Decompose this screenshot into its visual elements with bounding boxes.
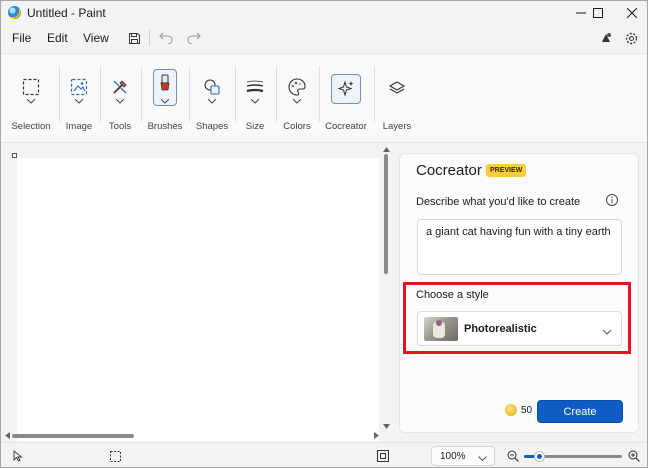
credits-icon [505,404,517,416]
drawing-canvas[interactable] [17,158,379,441]
title-bar: Untitled - Paint [1,1,647,25]
ribbon-group-size[interactable]: Size [237,54,273,142]
create-button[interactable]: Create [537,400,623,423]
ribbon-label-cocreator: Cocreator [325,121,367,132]
ribbon-group-layers[interactable]: Layers [378,54,416,142]
selection-size-icon [108,449,122,463]
ribbon-label-shapes: Shapes [195,121,229,132]
cocreator-title: Cocreator [416,162,482,179]
preview-badge: PREVIEW [486,164,527,177]
window-title: Untitled - Paint [27,6,106,20]
ribbon-label-colors: Colors [283,121,311,132]
vertical-scrollbar[interactable] [381,144,391,432]
ribbon-group-brushes[interactable]: Brushes [144,54,186,142]
zoom-out-icon[interactable] [506,449,520,463]
chevron-down-icon [250,97,260,105]
credits-count: 50 [521,405,533,416]
horizontal-scrollbar[interactable] [1,431,393,441]
save-icon[interactable] [125,29,143,47]
close-button[interactable] [615,1,647,25]
ribbon-group-cocreator[interactable]: Cocreator [321,54,371,142]
settings-icon[interactable] [622,29,640,47]
ribbon-group-shapes[interactable]: Shapes [191,54,233,142]
chevron-down-icon [74,97,84,105]
canvas-size-icon [376,449,390,463]
ribbon-divider [276,66,277,122]
copilot-credits-icon[interactable] [597,29,615,47]
zoom-value: 100% [440,451,466,462]
scroll-right-icon[interactable] [373,432,380,439]
chevron-down-icon [160,97,170,105]
ribbon-label-size: Size [245,121,265,132]
menu-file[interactable]: File [12,31,31,45]
cocreator-icon [333,76,359,102]
menu-divider [149,30,150,46]
menu-edit[interactable]: Edit [47,31,68,45]
prompt-input[interactable]: a giant cat having fun with a tiny earth [417,219,622,275]
ribbon-label-selection: Selection [11,121,51,132]
chevron-down-icon [292,97,302,105]
undo-icon[interactable] [157,29,175,47]
ribbon-toolbar: Selection Image Tools Brushes Shapes Siz… [1,53,647,143]
chevron-down-icon [207,97,217,105]
horizontal-scroll-thumb[interactable] [12,434,134,438]
chevron-down-icon [478,453,487,464]
menu-bar: File Edit View [1,27,647,49]
zoom-slider[interactable] [524,451,622,462]
vertical-scroll-thumb[interactable] [384,154,388,274]
ribbon-divider [59,66,60,122]
ribbon-divider [189,66,190,122]
paint-window: Untitled - Paint File Edit View Selectio… [0,0,648,468]
ribbon-label-brushes: Brushes [147,121,183,132]
maximize-button[interactable] [581,1,615,25]
ribbon-divider [141,66,142,122]
ribbon-label-image: Image [65,121,93,132]
redo-icon[interactable] [185,29,203,47]
ribbon-divider [100,66,101,122]
canvas-area [1,144,393,441]
chevron-down-icon [115,97,125,105]
paint-app-icon [8,6,21,19]
chevron-down-icon [26,97,36,105]
ribbon-divider [235,66,236,122]
ribbon-divider [374,66,375,122]
zoom-in-icon[interactable] [627,449,641,463]
status-bar: 100% [1,442,647,467]
ribbon-group-tools[interactable]: Tools [102,54,138,142]
zoom-dropdown[interactable]: 100% [431,446,495,466]
ribbon-label-layers: Layers [382,121,412,132]
scroll-up-icon[interactable] [383,146,390,153]
ribbon-group-selection[interactable]: Selection [6,54,56,142]
ribbon-label-tools: Tools [108,121,132,132]
layers-icon [384,76,410,102]
ribbon-group-image[interactable]: Image [61,54,97,142]
scroll-down-icon[interactable] [383,423,390,430]
zoom-slider-knob[interactable] [534,451,545,462]
ribbon-group-colors[interactable]: Colors [278,54,316,142]
scroll-left-icon[interactable] [4,432,11,439]
menu-view[interactable]: View [83,31,109,45]
brush-icon [152,70,178,96]
cursor-position-icon [11,449,25,463]
style-highlight-box [403,282,631,354]
ribbon-divider [319,66,320,122]
describe-label: Describe what you'd like to create [416,196,581,208]
info-icon[interactable] [605,193,619,207]
